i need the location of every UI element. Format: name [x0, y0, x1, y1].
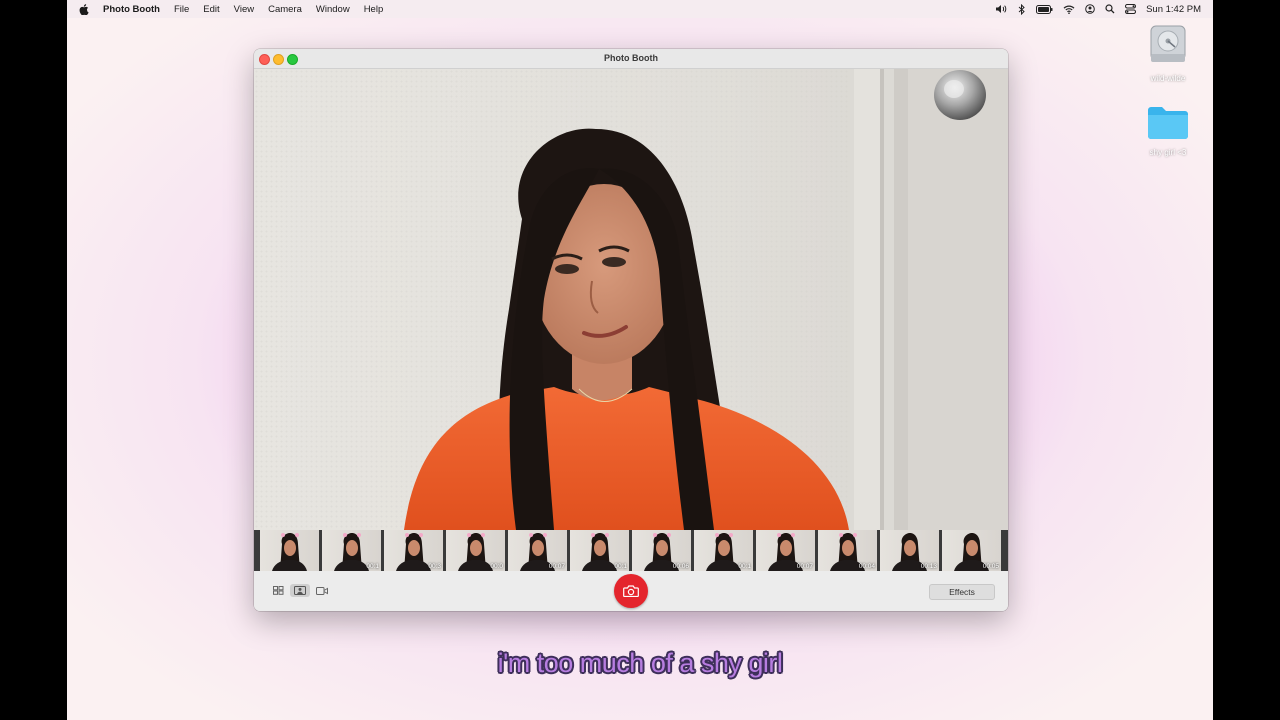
hard-drive-icon — [1150, 25, 1186, 62]
camera-preview-image — [254, 69, 1008, 530]
zoom-window-button[interactable] — [287, 54, 298, 65]
control-center-icon[interactable] — [1125, 4, 1137, 14]
close-window-button[interactable] — [259, 54, 270, 65]
filmstrip-thumbnail[interactable]: 00:13 — [880, 530, 939, 571]
filmstrip-thumbnail[interactable]: 00:1 — [322, 530, 381, 571]
desktop: Photo Booth File Edit View Camera Window… — [67, 0, 1213, 720]
thumbnail-duration: 00:07 — [548, 563, 565, 570]
thumbnail-duration: 00:04 — [858, 563, 875, 570]
bluetooth-icon[interactable] — [1018, 3, 1026, 15]
filmstrip-thumbnail[interactable]: 00:07 — [756, 530, 815, 571]
thumbnail-image — [272, 533, 307, 571]
filmstrip-thumbnail[interactable]: 00:04 — [818, 530, 877, 571]
desktop-icon-label: shy girl <3 — [1149, 148, 1187, 157]
menu-view[interactable]: View — [234, 4, 254, 15]
take-photo-button[interactable] — [614, 574, 648, 608]
thumbnail-duration: 00:1 — [614, 563, 627, 570]
menu-clock[interactable]: Sun 1:42 PM — [1146, 4, 1201, 15]
photo-filmstrip: 00:1 00:3 00:0 00:07 00:1 00:06 00:1 00:07 00:04… — [254, 530, 1008, 571]
filmstrip-thumbnail[interactable]: 00:1 — [570, 530, 629, 571]
desktop-icon-folder[interactable]: shy girl <3 — [1133, 104, 1203, 157]
folder-icon — [1148, 107, 1188, 139]
filmstrip-thumbnail[interactable]: 00:1 — [694, 530, 753, 571]
filmstrip-thumbnail[interactable]: 00:07 — [508, 530, 567, 571]
filmstrip-thumbnail[interactable]: 00:05 — [942, 530, 1001, 571]
thumbnail-duration: 00:13 — [920, 563, 937, 570]
thumbnail-duration: 00:1 — [366, 563, 379, 570]
filmstrip-thumbnail[interactable]: 00:3 — [384, 530, 443, 571]
battery-icon[interactable] — [1036, 4, 1053, 14]
menu-file[interactable]: File — [174, 4, 189, 15]
grid-icon — [272, 586, 283, 595]
desktop-icon-label: wild-wilde — [1150, 74, 1186, 83]
filmstrip-thumbnail[interactable]: 00:06 — [632, 530, 691, 571]
thumbnail-duration: 00:07 — [796, 563, 813, 570]
desktop-icon-drive[interactable]: wild-wilde — [1133, 24, 1203, 83]
menu-window[interactable]: Window — [316, 4, 350, 15]
portrait-icon — [294, 586, 306, 595]
thumbnail-duration: 00:0 — [490, 563, 503, 570]
video-caption: i'm too much of a shy girl — [497, 648, 783, 678]
camera-preview — [254, 69, 1008, 530]
photo-booth-window: Photo Booth 00:1 00:3 00:0 00:07 00:1 00… — [254, 49, 1008, 611]
single-photo-mode-button[interactable] — [290, 584, 310, 597]
filmstrip-thumbnail[interactable] — [260, 530, 319, 571]
menu-edit[interactable]: Edit — [203, 4, 219, 15]
menu-camera[interactable]: Camera — [268, 4, 302, 15]
status-area: Sun 1:42 PM — [985, 0, 1201, 18]
spotlight-search-icon[interactable] — [1105, 4, 1115, 14]
thumbnail-duration: 00:1 — [738, 563, 751, 570]
effects-button[interactable]: Effects — [929, 584, 995, 600]
window-titlebar[interactable]: Photo Booth — [254, 49, 1008, 69]
video-mode-button[interactable] — [312, 584, 332, 597]
thumbnail-duration: 00:05 — [982, 563, 999, 570]
wifi-icon[interactable] — [1063, 5, 1075, 14]
minimize-window-button[interactable] — [273, 54, 284, 65]
thumbnail-duration: 00:06 — [672, 563, 689, 570]
window-title: Photo Booth — [604, 53, 658, 63]
filmstrip-thumbnail[interactable]: 00:0 — [446, 530, 505, 571]
menu-app-name[interactable]: Photo Booth — [103, 4, 160, 15]
menu-help[interactable]: Help — [364, 4, 384, 15]
volume-icon[interactable] — [995, 4, 1008, 14]
capture-mode-selector — [268, 584, 332, 597]
video-camera-icon — [316, 586, 328, 595]
menu-bar: Photo Booth File Edit View Camera Window… — [67, 0, 1213, 18]
four-up-mode-button[interactable] — [268, 584, 288, 597]
camera-icon — [623, 585, 639, 597]
apple-menu-icon[interactable] — [79, 3, 93, 15]
thumbnail-duration: 00:3 — [428, 563, 441, 570]
window-toolbar: Effects — [254, 571, 1008, 611]
user-account-icon[interactable] — [1085, 4, 1095, 14]
